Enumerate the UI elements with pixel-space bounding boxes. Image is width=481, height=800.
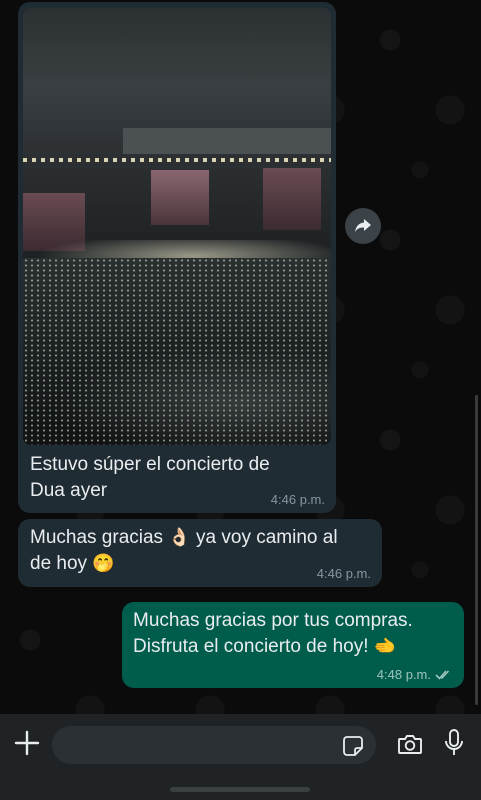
message-input[interactable] — [52, 726, 376, 764]
message-timestamp: 4:48 p.m. — [377, 667, 453, 682]
incoming-text-bubble[interactable]: Muchas gracias 👌🏻 ya voy camino al de ho… — [18, 519, 382, 587]
plus-icon — [14, 730, 40, 756]
message-line-1: Muchas gracias 👌🏻 ya voy camino al — [30, 527, 338, 548]
mic-icon — [445, 729, 463, 755]
outgoing-text-bubble[interactable]: Muchas gracias por tus compras. Disfruta… — [122, 602, 464, 688]
message-composer — [0, 714, 481, 800]
stage-lights — [23, 158, 331, 162]
sticker-icon — [343, 736, 363, 756]
caption-line-1: Estuvo súper el concierto de — [30, 454, 270, 475]
attach-button[interactable] — [12, 728, 42, 758]
sticker-button[interactable] — [342, 735, 364, 757]
concert-photo[interactable] — [23, 8, 331, 445]
home-indicator — [170, 787, 310, 792]
forward-button[interactable] — [345, 208, 381, 244]
forward-icon — [355, 219, 371, 233]
stage-structure — [123, 128, 331, 154]
voice-message-button[interactable] — [442, 728, 466, 758]
hand-over-mouth-emoji: 🤭 — [92, 553, 115, 574]
camera-icon — [398, 735, 422, 754]
image-message-bubble[interactable]: Estuvo súper el concierto de Dua ayer 4:… — [18, 2, 336, 513]
message-line-1: Muchas gracias por tus compras. — [133, 610, 413, 631]
message-timestamp: 4:46 p.m. — [316, 566, 371, 581]
hand-emoji: 🫲 — [373, 636, 397, 657]
stage-screen-right — [263, 168, 321, 230]
read-ticks-icon — [435, 670, 450, 680]
ok-hand-emoji: 👌🏻 — [168, 527, 191, 548]
scroll-indicator[interactable] — [475, 395, 478, 705]
message-text: Muchas gracias por tus compras. Disfruta… — [133, 608, 459, 660]
stage-screen-center — [151, 170, 209, 225]
camera-button[interactable] — [396, 730, 424, 758]
message-line-2: Disfruta el concierto de hoy! 🫲 — [133, 636, 397, 657]
message-timestamp: 4:46 p.m. — [270, 492, 325, 507]
smoke-haze — [23, 338, 331, 445]
